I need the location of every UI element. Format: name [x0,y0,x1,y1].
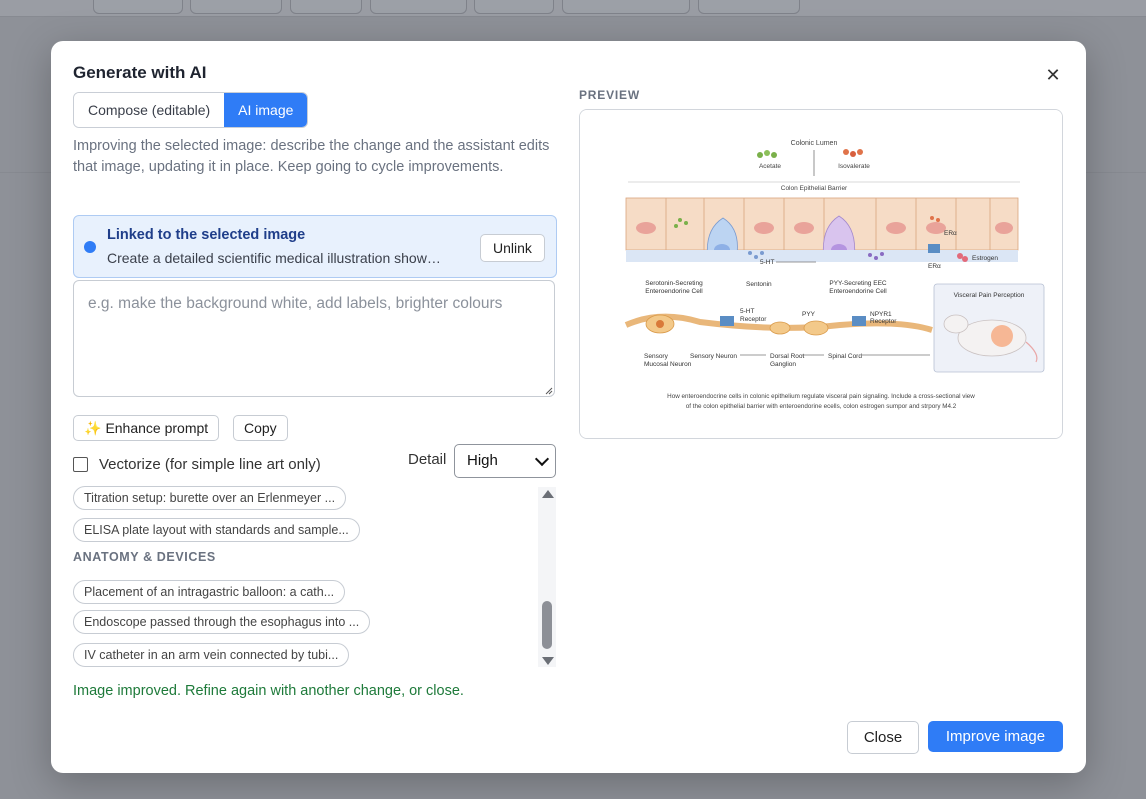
ht3b-label: Receptor [740,316,767,323]
close-icon[interactable]: ✕ [1043,65,1063,85]
er-label: ERα [944,230,957,237]
background-tab [290,0,362,14]
eec1-label: Serotonin-Secreting [645,280,703,287]
background-tab [190,0,282,14]
linked-status-dot [84,241,96,253]
detail-label: Detail [408,451,447,468]
eec1b-label: Enteroendorine Cell [645,288,703,295]
serotonin-label: Sentonin [746,281,772,288]
copy-button[interactable]: Copy [233,415,288,441]
suggestion-chip[interactable]: Placement of an intragastric balloon: a … [73,580,346,604]
background-tab [93,0,183,14]
caption-line-1: How enteroendocrine cells in colonic epi… [667,393,975,400]
npyr-label: NPYR1 [870,311,892,318]
preview-label: PREVIEW [579,88,640,102]
mode-description: Improving the selected image: describe t… [73,138,550,175]
suggestion-chip[interactable]: Titration setup: burette over an Erlenme… [73,486,347,510]
er2-label: ERα [928,263,941,270]
suggestion-chip[interactable]: IV catheter in an arm vein connected by … [73,643,350,667]
pyy-label: PYY [802,311,816,318]
preview-image: Colonic Lumen Acetate Isovalerate Colon … [579,109,1063,439]
sensory1-label: Sensory [644,353,669,360]
scroll-up-icon[interactable] [542,490,554,498]
generate-ai-dialog: Generate with AI ✕ Compose (editable) AI… [51,41,1086,773]
detail-select[interactable]: High [454,444,556,478]
sensory1b-label: Mucosal Neuron [644,361,692,368]
background-tab [370,0,467,14]
eec2b-label: Enteroendorine Cell [829,288,887,295]
unlink-button[interactable]: Unlink [480,234,545,262]
eec2-label: PYY-Secreting EEC [829,280,887,287]
estrogen-label: Estrogen [972,255,998,262]
suggestion-section-title: ANATOMY & DEVICES [73,550,216,564]
spinal-label: Spinal Cord [828,353,862,360]
linked-image-banner: Linked to the selected image Create a de… [73,215,557,278]
lumen-label: Colonic Lumen [791,140,838,147]
drgb-label: Ganglion [770,361,796,368]
drg-label: Dorsal Root [770,353,805,360]
isovalerate-label: Isovalerate [838,163,870,170]
background-tab [698,0,800,14]
sparkle-icon: ✨ [84,420,102,436]
enhance-prompt-label: Enhance prompt [105,420,209,436]
tab-compose-editable[interactable]: Compose (editable) [74,93,225,127]
suggestions-scrollbar[interactable] [538,487,556,667]
vectorize-label: Vectorize (for simple line art only) [99,456,321,473]
npyrb-label: Receptor [870,318,897,325]
sensory2-label: Sensory Neuron [690,353,737,360]
suggestion-chip[interactable]: ELISA plate layout with standards and sa… [73,518,360,542]
tab-ai-image[interactable]: AI image [224,93,308,127]
vectorize-checkbox[interactable] [73,457,88,472]
ht-label: 5-HT [760,259,774,266]
dialog-title: Generate with AI [73,63,207,82]
scrollbar-thumb[interactable] [542,601,552,649]
background-tab [562,0,690,14]
background-tab [474,0,554,14]
enhance-prompt-button[interactable]: ✨ Enhance prompt [73,415,220,441]
acetate-label: Acetate [759,163,781,170]
medical-illustration: Colonic Lumen Acetate Isovalerate Colon … [580,110,1062,438]
close-button[interactable]: Close [847,721,919,754]
status-message: Image improved. Refine again with anothe… [73,683,464,699]
ht3-label: 5-HT [740,308,754,315]
barrier-label: Colon Epithelial Barrier [781,185,848,192]
linked-prompt-preview: Create a detailed scientific medical ill… [107,250,442,266]
visceral-label: Visceral Pain Perception [954,292,1025,299]
detail-value: High [467,452,498,469]
chevron-down-icon [534,451,550,467]
linked-title: Linked to the selected image [107,227,306,243]
scroll-down-icon[interactable] [542,657,554,665]
resize-grip-icon[interactable] [545,387,553,395]
caption-line-2: of the colon epithelial barrier with ent… [686,403,957,410]
improve-image-button[interactable]: Improve image [928,721,1063,752]
suggestion-chip[interactable]: Endoscope passed through the esophagus i… [73,610,371,634]
mode-tabs: Compose (editable) AI image [73,92,309,128]
improve-prompt-input[interactable] [73,280,555,397]
